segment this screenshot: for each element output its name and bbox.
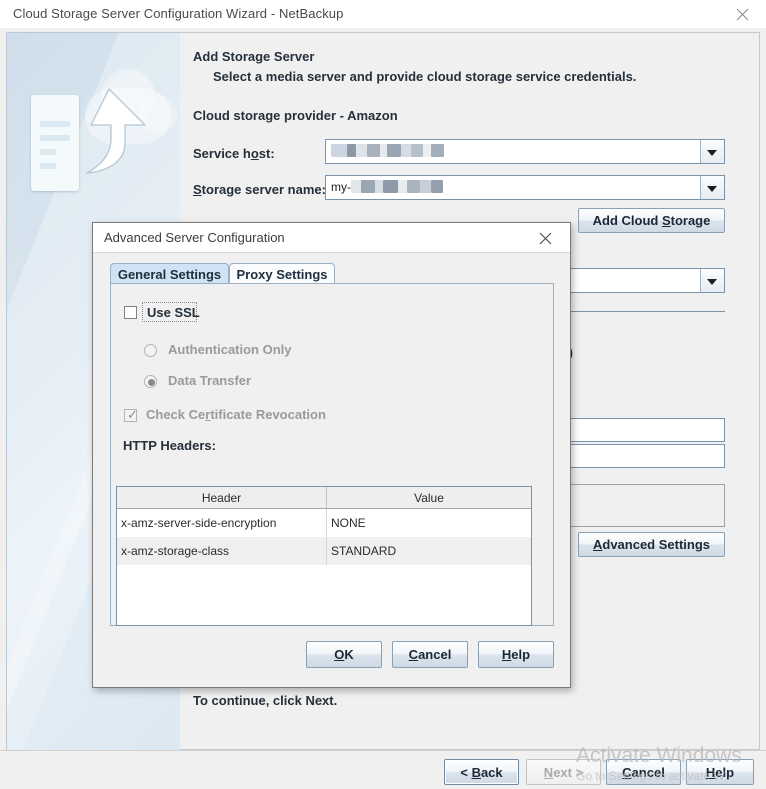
wizard-help-label: Help (705, 764, 735, 780)
storage-server-name-dropdown-arrow[interactable] (700, 176, 724, 199)
server-slot (40, 163, 56, 169)
window-close-button[interactable] (720, 0, 766, 27)
cell-value: NONE (331, 516, 366, 530)
wizard-cancel-button[interactable]: Cancel (606, 759, 681, 785)
back-button[interactable]: < Back (444, 759, 519, 785)
storage-server-name-combobox[interactable]: my- (325, 175, 725, 200)
continue-note: To continue, click Next. (193, 693, 338, 708)
window-titlebar: Cloud Storage Server Configuration Wizar… (0, 0, 766, 29)
dialog-ok-label: OK (334, 647, 354, 662)
add-cloud-storage-button[interactable]: Add Cloud Storage (578, 208, 725, 233)
http-headers-table[interactable]: Header Value x-amz-server-side-encryptio… (116, 486, 532, 626)
advanced-settings-label: Advanced Settings (592, 537, 711, 552)
data-transfer-radio (144, 375, 157, 388)
radio-selected-dot (148, 379, 155, 386)
cloud-provider-label: Cloud storage provider - Amazon (193, 108, 398, 123)
cell-header: x-amz-storage-class (117, 537, 327, 565)
check-certificate-revocation-label: Check Certificate Revocation (146, 407, 326, 422)
advanced-server-configuration-dialog: Advanced Server Configuration General Se… (92, 222, 571, 688)
data-transfer-label: Data Transfer (168, 373, 252, 388)
tabstrip: General Settings Proxy Settings (110, 263, 554, 284)
dialog-close-button[interactable] (528, 223, 564, 252)
storage-server-name-prefix: my- (331, 180, 351, 194)
next-button-label: Next > (543, 764, 584, 780)
table-row[interactable]: x-amz-storage-class STANDARD (117, 537, 531, 565)
service-host-label: Service host: (193, 146, 275, 161)
dialog-titlebar: Advanced Server Configuration (93, 223, 570, 253)
page-subtitle: Select a media server and provide cloud … (213, 69, 637, 84)
column-header-header[interactable]: Header (117, 487, 327, 508)
http-headers-label: HTTP Headers: (123, 438, 216, 453)
cell-value: STANDARD (331, 544, 397, 558)
use-ssl-label: Use SSL (147, 305, 200, 320)
wizard-button-bar: < Back Next > Cancel Help (0, 750, 766, 789)
column-header-value[interactable]: Value (327, 487, 531, 508)
page-title: Add Storage Server (193, 49, 315, 64)
window-title: Cloud Storage Server Configuration Wizar… (13, 6, 344, 21)
dialog-ok-button[interactable]: OK (306, 641, 382, 668)
dialog-cancel-label: Cancel (408, 647, 452, 662)
occluded-dropdown-arrow[interactable] (700, 269, 724, 292)
dialog-help-label: Help (501, 647, 531, 662)
table-row[interactable]: x-amz-server-side-encryption NONE (117, 509, 531, 537)
tab-proxy-settings[interactable]: Proxy Settings (229, 263, 335, 284)
checkmark-icon: ✓ (127, 407, 138, 422)
dialog-cancel-button[interactable]: Cancel (392, 641, 468, 668)
service-host-value (326, 140, 700, 163)
use-ssl-checkbox[interactable] (124, 306, 137, 319)
service-host-dropdown-arrow[interactable] (700, 140, 724, 163)
tab-general-settings-label: General Settings (117, 266, 222, 282)
wizard-cancel-label: Cancel (622, 764, 665, 780)
upload-arrow-icon (86, 88, 146, 174)
server-slot (40, 149, 56, 155)
general-settings-panel: Use SSL Authentication Only Data Transfe… (110, 283, 554, 626)
app-root: Cloud Storage Server Configuration Wizar… (0, 0, 766, 789)
storage-server-name-label: Storage server name: (193, 182, 326, 197)
table-header-row: Header Value (117, 487, 531, 509)
close-icon (736, 8, 749, 21)
dialog-title: Advanced Server Configuration (104, 230, 285, 245)
tab-proxy-settings-label: Proxy Settings (236, 266, 328, 282)
tab-general-settings[interactable]: General Settings (110, 263, 229, 284)
storage-server-name-value: my- (326, 176, 700, 199)
add-cloud-storage-label: Add Cloud Storage (592, 213, 711, 228)
check-certificate-revocation-checkbox: ✓ (124, 407, 138, 422)
wizard-help-button[interactable]: Help (686, 759, 754, 785)
next-button: Next > (526, 759, 601, 785)
close-icon (539, 232, 552, 245)
advanced-settings-button[interactable]: Advanced Settings (578, 532, 725, 557)
service-host-combobox[interactable] (325, 139, 725, 164)
cell-header: x-amz-server-side-encryption (117, 509, 327, 537)
back-button-label: < Back (460, 764, 503, 780)
authentication-only-label: Authentication Only (168, 342, 292, 357)
authentication-only-radio (144, 344, 157, 357)
dialog-help-button[interactable]: Help (478, 641, 554, 668)
